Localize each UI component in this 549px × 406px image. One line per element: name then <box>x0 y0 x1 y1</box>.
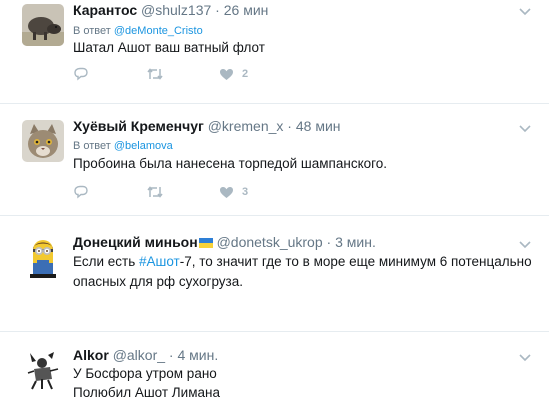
retweet-icon[interactable] <box>146 184 164 200</box>
reply-prefix: В ответ <box>73 25 111 37</box>
display-name[interactable]: Донецкий миньон <box>73 234 198 250</box>
chevron-down-icon[interactable] <box>519 4 531 16</box>
display-name[interactable]: Карантос <box>73 2 137 18</box>
tweet-text: Пробоина была нанесена торпедой шампанск… <box>73 156 388 171</box>
ukraine-flag-icon <box>198 238 213 248</box>
tweet-1[interactable]: Карантос @shulz137 · 26 мин В ответ @deM… <box>0 0 549 94</box>
like-button[interactable]: 2 <box>219 66 248 82</box>
tweet-divider <box>0 215 549 216</box>
reply-mention[interactable]: @belamova <box>114 140 173 152</box>
handle[interactable]: @donetsk_ukrop <box>217 234 323 250</box>
handle[interactable]: @kremen_x <box>208 118 284 134</box>
handle[interactable]: @shulz137 <box>141 2 211 18</box>
tweet-text-line-1: У Босфора утром рано <box>73 366 217 381</box>
tweet-2[interactable]: Хуёвый Кременчуг @kremen_x · 48 мин В от… <box>0 112 549 206</box>
tweet-header: Хуёвый Кременчуг @kremen_x · 48 мин <box>73 117 341 135</box>
timestamp[interactable]: 26 мин <box>224 2 269 18</box>
timestamp[interactable]: 3 мин. <box>335 234 376 250</box>
separator-dot: · <box>168 347 174 363</box>
heart-icon <box>220 186 233 198</box>
reply-context: В ответ @belamova <box>73 139 173 153</box>
handle[interactable]: @alkor_ <box>113 347 165 363</box>
tweet-text-before-hashtag: Если есть <box>73 254 139 269</box>
chevron-down-icon[interactable] <box>519 237 531 249</box>
tweet-text-line-2: опасных для рф сухогруза. <box>73 274 244 289</box>
tweet-divider <box>0 103 549 104</box>
chevron-down-icon[interactable] <box>519 121 531 133</box>
reply-prefix: В ответ <box>73 140 111 152</box>
boar-avatar-icon[interactable] <box>22 4 64 46</box>
tweet-3[interactable]: Донецкий миньон @donetsk_ukrop · 3 мин. … <box>0 224 549 324</box>
tweet-4[interactable]: Alkor @alkor_ · 4 мин. У Босфора утром р… <box>0 340 549 406</box>
reply-icon[interactable] <box>73 184 89 200</box>
tweet-header: Донецкий миньон @donetsk_ukrop · 3 мин. <box>73 233 376 251</box>
like-count: 3 <box>242 186 249 198</box>
display-name[interactable]: Alkor <box>73 347 109 363</box>
like-button[interactable]: 3 <box>219 184 248 200</box>
reply-context: В ответ @deMonte_Cristo <box>73 24 203 38</box>
reply-mention[interactable]: @deMonte_Cristo <box>114 25 203 37</box>
reply-icon[interactable] <box>73 66 89 82</box>
tweet-text: Шатал Ашот ваш ватный флот <box>73 40 265 55</box>
tweet-actions: 2 <box>73 66 273 82</box>
tweet-text-line-2: Полюбил Ашот Лимана <box>73 385 220 400</box>
separator-dot: · <box>326 234 332 250</box>
minion-avatar-icon[interactable] <box>22 236 64 278</box>
tweet-feed: Карантос @shulz137 · 26 мин В ответ @deM… <box>0 0 549 406</box>
cat-avatar-icon[interactable] <box>22 120 64 162</box>
display-name[interactable]: Хуёвый Кременчуг <box>73 118 204 134</box>
tweet-actions: 3 <box>73 184 273 200</box>
hashtag-link[interactable]: #Ашот <box>139 254 180 269</box>
separator-dot: · <box>287 118 292 134</box>
separator-dot: · <box>215 2 220 18</box>
tweet-text-after-hashtag: -7, то значит где то в море еще минимум … <box>179 254 532 269</box>
heart-icon <box>220 68 233 80</box>
tweet-header: Карантос @shulz137 · 26 мин <box>73 1 268 19</box>
retweet-icon[interactable] <box>146 66 164 82</box>
tweet-divider <box>0 331 549 332</box>
like-count: 2 <box>242 68 249 80</box>
knight-sketch-avatar-icon[interactable] <box>22 349 64 391</box>
tweet-text-line-1: Если есть #Ашот-7, то значит где то в мо… <box>73 253 532 271</box>
chevron-down-icon[interactable] <box>519 350 531 362</box>
tweet-header: Alkor @alkor_ · 4 мин. <box>73 346 218 364</box>
timestamp[interactable]: 48 мин <box>296 118 341 134</box>
timestamp[interactable]: 4 мин. <box>177 347 218 363</box>
